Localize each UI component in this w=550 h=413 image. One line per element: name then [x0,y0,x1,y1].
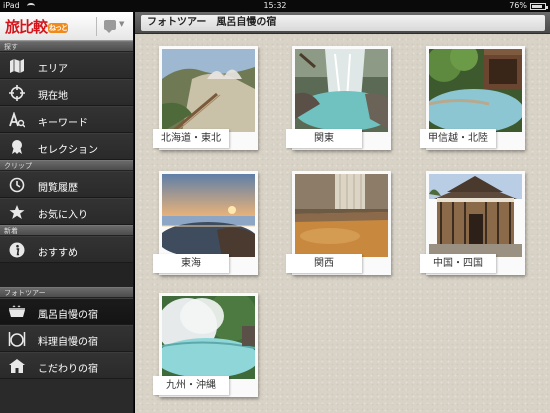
region-card-chugoku-shikoku[interactable]: 中国・四国 [420,171,525,275]
sidebar-item-dining-inn[interactable]: 料理自慢の宿 [0,325,133,352]
star-icon [8,203,26,221]
sidebar: 旅比較 ねっと ▼ 探す エリア 現在地 キーワード セレクション クリップ 閲… [0,12,134,413]
region-label: 中国・四国 [420,254,496,273]
region-label: 関西 [286,254,362,273]
chevron-down-icon[interactable]: ▼ [119,20,124,28]
page-title: フォトツアー 風呂自慢の宿 [141,15,545,31]
sidebar-item-label: 閲覧履歴 [38,183,78,194]
sidebar-item-bath-inn[interactable]: 風呂自慢の宿 [0,298,133,325]
sidebar-item-current-location[interactable]: 現在地 [0,79,133,106]
region-card-kansai[interactable]: 関西 [286,171,391,275]
sidebar-spacer [0,263,133,287]
title-bar: フォトツアー 風呂自慢の宿 [135,12,550,34]
dining-icon [8,330,26,348]
sidebar-item-keyword[interactable]: キーワード [0,106,133,133]
region-photo [295,49,388,132]
region-photo [162,49,255,132]
info-icon [8,241,26,259]
sidebar-item-label: お気に入り [38,210,88,221]
sidebar-item-label: セレクション [38,145,98,156]
sidebar-item-label: キーワード [38,118,88,129]
region-photo [429,174,522,257]
battery-status: 76% [509,0,548,12]
bath-icon [8,303,26,321]
sidebar-item-label: 現在地 [38,91,68,102]
chat-icon[interactable] [104,20,116,33]
region-photo [295,174,388,257]
region-label: 東海 [153,254,229,273]
clock-icon [8,176,26,194]
section-header-photo-tour: フォトツアー [0,287,133,298]
keyword-icon [8,111,26,129]
region-card-koshinetsu-hokuriku[interactable]: 甲信越・北陸 [420,46,525,150]
sidebar-item-history[interactable]: 閲覧履歴 [0,171,133,198]
region-card-tokai[interactable]: 東海 [153,171,258,275]
region-card-hokkaido-tohoku[interactable]: 北海道・東北 [153,46,258,150]
battery-icon [530,2,548,10]
app-logo[interactable]: 旅比較 ねっと [5,16,69,37]
region-card-kyushu-okinawa[interactable]: 九州・沖縄 [153,293,258,397]
sidebar-item-selection[interactable]: セレクション [0,133,133,160]
region-label: 北海道・東北 [153,129,229,148]
section-header-new: 新着 [0,225,133,236]
sidebar-item-label: 風呂自慢の宿 [38,310,98,321]
sidebar-item-favorites[interactable]: お気に入り [0,198,133,225]
sidebar-item-label: おすすめ [38,248,78,259]
status-bar: iPad 15:32 76% [0,0,550,12]
region-label: 関東 [286,129,362,148]
region-photo [429,49,522,132]
section-header-clip: クリップ [0,160,133,171]
region-label: 甲信越・北陸 [420,129,496,148]
sidebar-item-label: エリア [38,64,68,75]
battery-percent: 76% [509,1,527,10]
logo-bar: 旅比較 ねっと ▼ [0,12,133,41]
sidebar-item-special-inn[interactable]: こだわりの宿 [0,352,133,379]
sidebar-item-label: こだわりの宿 [38,364,98,375]
section-header-search: 探す [0,41,133,52]
inn-icon [8,357,26,375]
clock: 15:32 [263,1,287,10]
crosshair-icon [8,84,26,102]
region-photo [162,174,255,257]
sidebar-item-area[interactable]: エリア [0,52,133,79]
award-icon [8,138,26,156]
region-card-kanto[interactable]: 関東 [286,46,391,150]
region-label: 九州・沖縄 [153,376,229,395]
main-content: フォトツアー 風呂自慢の宿 北海道・東北 関東 甲信越・北陸 東海 関西 中国・… [135,12,550,413]
map-icon [8,57,26,75]
region-photo [162,296,255,379]
sidebar-item-recommend[interactable]: おすすめ [0,236,133,263]
sidebar-item-label: 料理自慢の宿 [38,337,98,348]
divider [96,17,97,36]
